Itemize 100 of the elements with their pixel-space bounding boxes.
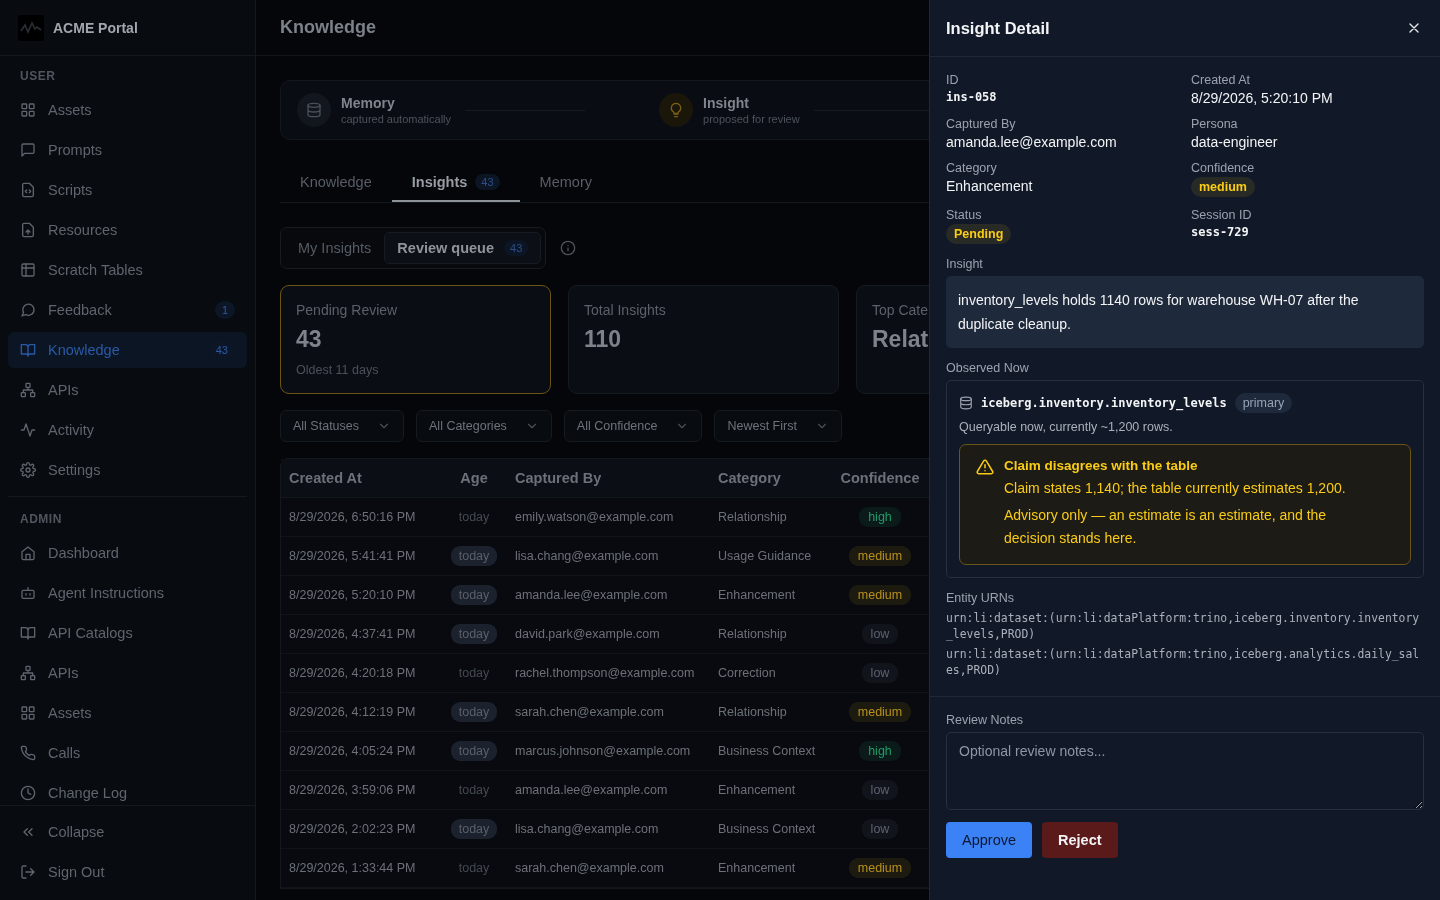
table-cell: david.park@example.com	[507, 614, 710, 653]
logo-icon	[18, 14, 44, 41]
section-label: Entity URNs	[946, 591, 1016, 605]
filter-dropdown[interactable]: Newest First	[714, 410, 842, 442]
filter-dropdown[interactable]: All Confidence	[563, 410, 703, 442]
nav-item[interactable]: API Catalogs	[8, 615, 247, 651]
nav-item[interactable]: Feedback 1	[8, 292, 247, 328]
approve-button[interactable]: Approve	[946, 822, 1032, 858]
dataset-name: iceberg.inventory.inventory_levels	[981, 396, 1227, 410]
table-cell: Enhancement	[710, 848, 830, 887]
network-icon	[20, 665, 36, 681]
table-cell: 8/29/2026, 4:05:24 PM	[281, 731, 441, 770]
table-cell: 8/29/2026, 3:59:06 PM	[281, 770, 441, 809]
stat-card[interactable]: Top Cate Relat	[856, 285, 929, 394]
confidence-badge: low	[861, 662, 899, 683]
nav-item[interactable]: Scripts	[8, 172, 247, 208]
age-badge: today	[450, 584, 498, 605]
field-value: data-engineer	[1191, 134, 1279, 150]
nav-item[interactable]: Agent Instructions	[8, 575, 247, 611]
stat-value: Relat	[872, 326, 929, 353]
confidence-badge: high	[859, 740, 901, 761]
table-cell: rachel.thompson@example.com	[507, 653, 710, 692]
table-cell: Business Context	[710, 809, 830, 848]
book-icon	[20, 342, 36, 358]
tab[interactable]: Memory	[519, 164, 612, 202]
table-cell: emily.watson@example.com	[507, 497, 710, 536]
stat-card[interactable]: Total Insights 110	[568, 285, 839, 394]
filter-dropdown[interactable]: All Categories	[416, 410, 552, 442]
nav-item[interactable]: Assets	[8, 695, 247, 731]
table-cell: Business Context	[710, 731, 830, 770]
column-header: Category	[710, 459, 830, 497]
nav-item[interactable]: Dashboard	[8, 535, 247, 571]
field-label: Category	[946, 161, 998, 175]
file-icon	[20, 222, 36, 238]
confidence-badge: low	[861, 818, 899, 839]
view-toggle[interactable]: My Insights	[285, 232, 385, 264]
nav-item[interactable]: APIs	[8, 372, 247, 408]
dataset-note: Queryable now, currently ~1,200 rows.	[959, 420, 1174, 434]
step-subtitle: captured automatically	[341, 113, 452, 125]
field-label: Session ID	[1191, 208, 1253, 222]
tab[interactable]: Knowledge	[280, 164, 392, 202]
nav-item[interactable]: Calls	[8, 735, 247, 771]
filter-dropdown[interactable]: All Statuses	[280, 410, 404, 442]
database-icon	[959, 396, 973, 410]
confidence-badge: low	[861, 623, 899, 644]
table-cell: lisa.chang@example.com	[507, 536, 710, 575]
table-cell: Correction	[710, 653, 830, 692]
table-cell: Usage Guidance	[710, 536, 830, 575]
nav-item[interactable]: Change Log	[8, 775, 247, 805]
insight-text: inventory_levels holds 1140 rows for warehouse WH-07 after the duplicate cleanup.	[946, 276, 1424, 348]
nav-item[interactable]: Scratch Tables	[8, 252, 247, 288]
table-cell: sarah.chen@example.com	[507, 848, 710, 887]
confidence-badge: medium	[848, 701, 912, 722]
reject-button[interactable]: Reject	[1042, 822, 1118, 858]
collapse-button[interactable]: Collapse	[8, 814, 247, 850]
drawer-title: Insight Detail	[946, 18, 1050, 38]
tab[interactable]: Insights 43	[391, 164, 520, 202]
table-cell: sarah.chen@example.com	[507, 692, 710, 731]
table-cell: Relationship	[710, 497, 830, 536]
confidence-badge: high	[859, 506, 901, 527]
section-title: USER	[19, 68, 57, 85]
field-label: Created At	[1191, 73, 1252, 87]
home-icon	[20, 545, 36, 561]
age-badge: today	[450, 701, 498, 722]
section-title: ADMIN	[19, 511, 63, 528]
page-title: Knowledge	[280, 17, 376, 38]
step-subtitle: proposed for review	[703, 113, 800, 125]
field-label: Captured By	[946, 117, 1017, 131]
table-cell: Relationship	[710, 614, 830, 653]
step-title: Memory	[341, 95, 396, 111]
nav-item[interactable]: Assets	[8, 92, 247, 128]
view-toggle[interactable]: Review queue 43	[384, 232, 542, 264]
count-badge: 43	[504, 240, 529, 256]
nav-item[interactable]: Activity	[8, 412, 247, 448]
nav-item[interactable]: Knowledge 43	[8, 332, 247, 368]
grid-icon	[20, 705, 36, 721]
column-header: Created At	[281, 459, 441, 497]
network-icon	[20, 382, 36, 398]
urn-text: urn:li:dataset:(urn:li:dataPlatform:trino,iceberg.inventory.inventory_levels,PROD)	[946, 610, 1421, 642]
sign-out-button[interactable]: Sign Out	[8, 854, 247, 890]
warning-icon	[976, 458, 994, 476]
chat-icon	[20, 302, 36, 318]
field-value: ins-058	[946, 90, 998, 104]
table-cell: 8/29/2026, 5:41:41 PM	[281, 536, 441, 575]
nav-item[interactable]: Prompts	[8, 132, 247, 168]
urn-text: urn:li:dataset:(urn:li:dataPlatform:trino,iceberg.analytics.daily_sales,PROD)	[946, 646, 1421, 678]
table-cell: 8/29/2026, 5:20:10 PM	[281, 575, 441, 614]
message-icon	[20, 142, 36, 158]
book-icon	[20, 625, 36, 641]
notes-field[interactable]: Optional review notes...	[946, 732, 1424, 810]
table-icon	[20, 262, 36, 278]
warning-text: Claim states 1,140; the table currently estimates 1,200.	[1004, 479, 1347, 498]
count-badge: 43	[475, 174, 500, 190]
age-badge: today	[450, 623, 498, 644]
robot-icon	[20, 585, 36, 601]
nav-item[interactable]: Settings	[8, 452, 247, 488]
warning-title: Claim disagrees with the table	[1004, 458, 1199, 473]
nav-item[interactable]: APIs	[8, 655, 247, 691]
stat-card[interactable]: Pending Review 43 Oldest 11 days	[280, 285, 551, 394]
nav-item[interactable]: Resources	[8, 212, 247, 248]
